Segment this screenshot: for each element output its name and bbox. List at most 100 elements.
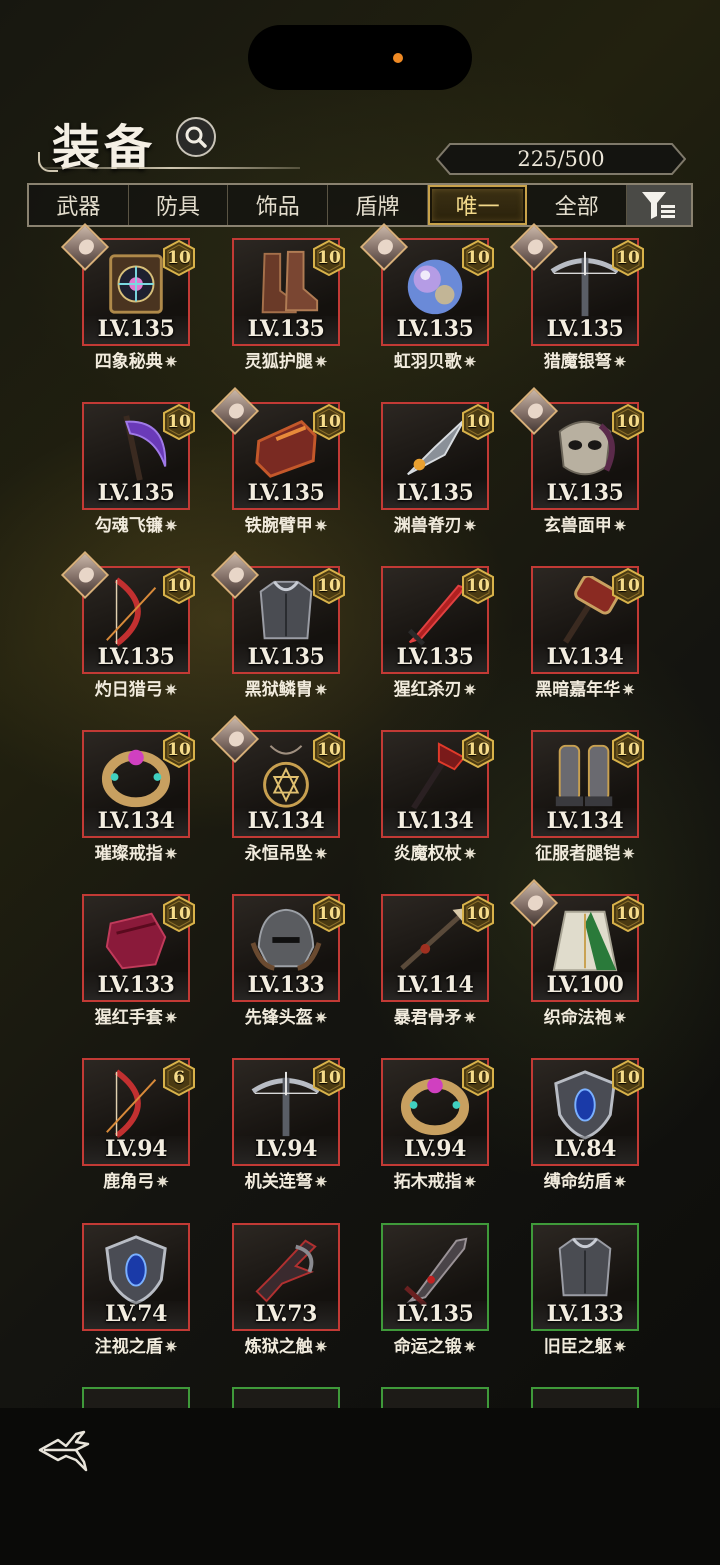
item-slot[interactable]: LV.133 <box>531 1223 639 1331</box>
enhance-level: 10 <box>317 904 341 924</box>
enhance-badge: 10 <box>611 404 645 440</box>
tab-weapons[interactable]: 武器 <box>29 185 129 225</box>
item-name: 暴君骨矛 <box>393 1008 462 1028</box>
enhance-badge: 10 <box>611 1060 645 1096</box>
item-slot[interactable]: LV.74 <box>82 1223 190 1331</box>
tab-accessories[interactable]: 饰品 <box>228 185 329 225</box>
item-level: LV.135 <box>396 1301 474 1327</box>
unique-star-icon: ✷ <box>314 353 328 371</box>
item-name-row: 炼狱之触 ✷ <box>212 1332 360 1357</box>
item-name-row: 鹿角弓 ✷ <box>62 1167 210 1192</box>
camera-notch <box>248 25 472 90</box>
item-name-row: 拓木戒指 ✷ <box>361 1167 509 1192</box>
tab-unique[interactable]: 唯一 <box>427 185 528 225</box>
enhance-badge: 10 <box>461 732 495 768</box>
item-level: LV.100 <box>546 972 624 998</box>
enhance-level: 10 <box>167 576 191 596</box>
enhance-badge: 10 <box>461 568 495 604</box>
enhance-badge: 6 <box>162 1060 196 1096</box>
enhance-level: 10 <box>317 1068 341 1088</box>
back-button[interactable] <box>36 1428 92 1472</box>
enhance-badge: 10 <box>312 240 346 276</box>
enhance-badge: 10 <box>162 732 196 768</box>
item-level: LV.94 <box>255 1136 317 1162</box>
item-name-row: 灼日猎弓 ✷ <box>62 675 210 700</box>
enhance-badge: 10 <box>162 568 196 604</box>
unique-star-icon: ✷ <box>314 681 328 699</box>
unique-star-icon: ✷ <box>613 353 627 371</box>
item-level: LV.134 <box>546 808 624 834</box>
item-name: 猩红杀刃 <box>393 680 462 700</box>
enhance-badge: 10 <box>312 404 346 440</box>
title-divider <box>42 167 300 169</box>
unique-star-icon: ✷ <box>164 1009 178 1027</box>
unique-star-icon: ✷ <box>622 845 635 863</box>
enhance-level: 10 <box>317 248 341 268</box>
item-name: 注视之盾 <box>94 1337 163 1357</box>
bottom-bar <box>0 1408 720 1565</box>
enhance-badge: 10 <box>162 240 196 276</box>
camera-indicator <box>393 53 403 63</box>
enhance-level: 10 <box>616 248 640 268</box>
item-level: LV.134 <box>396 808 474 834</box>
enhance-level: 10 <box>466 576 490 596</box>
tab-shields[interactable]: 盾牌 <box>328 185 428 225</box>
enhance-level: 10 <box>167 248 191 268</box>
item-level: LV.134 <box>97 808 175 834</box>
item-level: LV.135 <box>247 480 325 506</box>
item-name-row: 灵狐护腿 ✷ <box>212 347 360 372</box>
item-name-row: 玄兽面甲 ✷ <box>511 511 659 536</box>
item-slot[interactable]: LV.135 <box>381 1223 489 1331</box>
item-name: 先锋头盔 <box>244 1008 313 1028</box>
item-level: LV.134 <box>546 644 624 670</box>
item-level: LV.74 <box>105 1301 167 1327</box>
enhance-level: 10 <box>317 412 341 432</box>
item-name: 铁腕臂甲 <box>244 516 313 536</box>
item-level: LV.94 <box>404 1136 466 1162</box>
item-level: LV.135 <box>546 316 624 342</box>
item-name-row: 猩红手套 ✷ <box>62 1003 210 1028</box>
item-level: LV.114 <box>396 972 474 998</box>
item-name-row: 四象秘典 ✷ <box>62 347 210 372</box>
unique-star-icon: ✷ <box>463 517 477 535</box>
item-name: 鹿角弓 <box>103 1172 155 1192</box>
enhance-level: 10 <box>616 412 640 432</box>
item-name: 黑暗嘉年华 <box>535 680 621 700</box>
unique-star-icon: ✷ <box>314 1338 328 1356</box>
item-level: LV.133 <box>97 972 175 998</box>
item-name: 征服者腿铠 <box>535 844 621 864</box>
item-name: 灼日猎弓 <box>94 680 163 700</box>
enhance-level: 10 <box>466 1068 490 1088</box>
enhance-badge: 10 <box>162 896 196 932</box>
unique-star-icon: ✷ <box>613 517 627 535</box>
item-name: 勾魂飞镰 <box>94 516 163 536</box>
item-name-row: 旧臣之躯 ✷ <box>511 1332 659 1357</box>
item-name-row: 机关连弩 ✷ <box>212 1167 360 1192</box>
enhance-level: 10 <box>616 740 640 760</box>
unique-star-icon: ✷ <box>463 1173 477 1191</box>
item-level: LV.135 <box>97 480 175 506</box>
item-name-row: 猩红杀刃 ✷ <box>361 675 509 700</box>
back-arrow-icon <box>38 1430 90 1472</box>
search-button[interactable] <box>176 117 216 157</box>
filter-button[interactable] <box>627 185 691 225</box>
item-name: 炼狱之触 <box>244 1337 313 1357</box>
item-name: 织命法袍 <box>543 1008 612 1028</box>
category-tabs: 武器 防具 饰品 盾牌 唯一 全部 <box>27 183 693 227</box>
item-name: 命运之锻 <box>393 1337 462 1357</box>
item-name: 虹羽贝歌 <box>393 352 462 372</box>
enhance-level: 10 <box>466 412 490 432</box>
item-slot[interactable]: LV.73 <box>232 1223 340 1331</box>
unique-star-icon: ✷ <box>164 845 178 863</box>
unique-star-icon: ✷ <box>622 681 635 699</box>
enhance-badge: 10 <box>611 896 645 932</box>
tab-all[interactable]: 全部 <box>527 185 628 225</box>
enhance-level: 10 <box>466 904 490 924</box>
enhance-badge: 10 <box>312 896 346 932</box>
tab-armor[interactable]: 防具 <box>129 185 229 225</box>
enhance-level: 10 <box>466 740 490 760</box>
enhance-badge: 10 <box>461 896 495 932</box>
claw-icon <box>242 1231 330 1307</box>
item-name: 机关连弩 <box>244 1172 313 1192</box>
item-name-row: 炎魔权杖 ✷ <box>361 839 509 864</box>
